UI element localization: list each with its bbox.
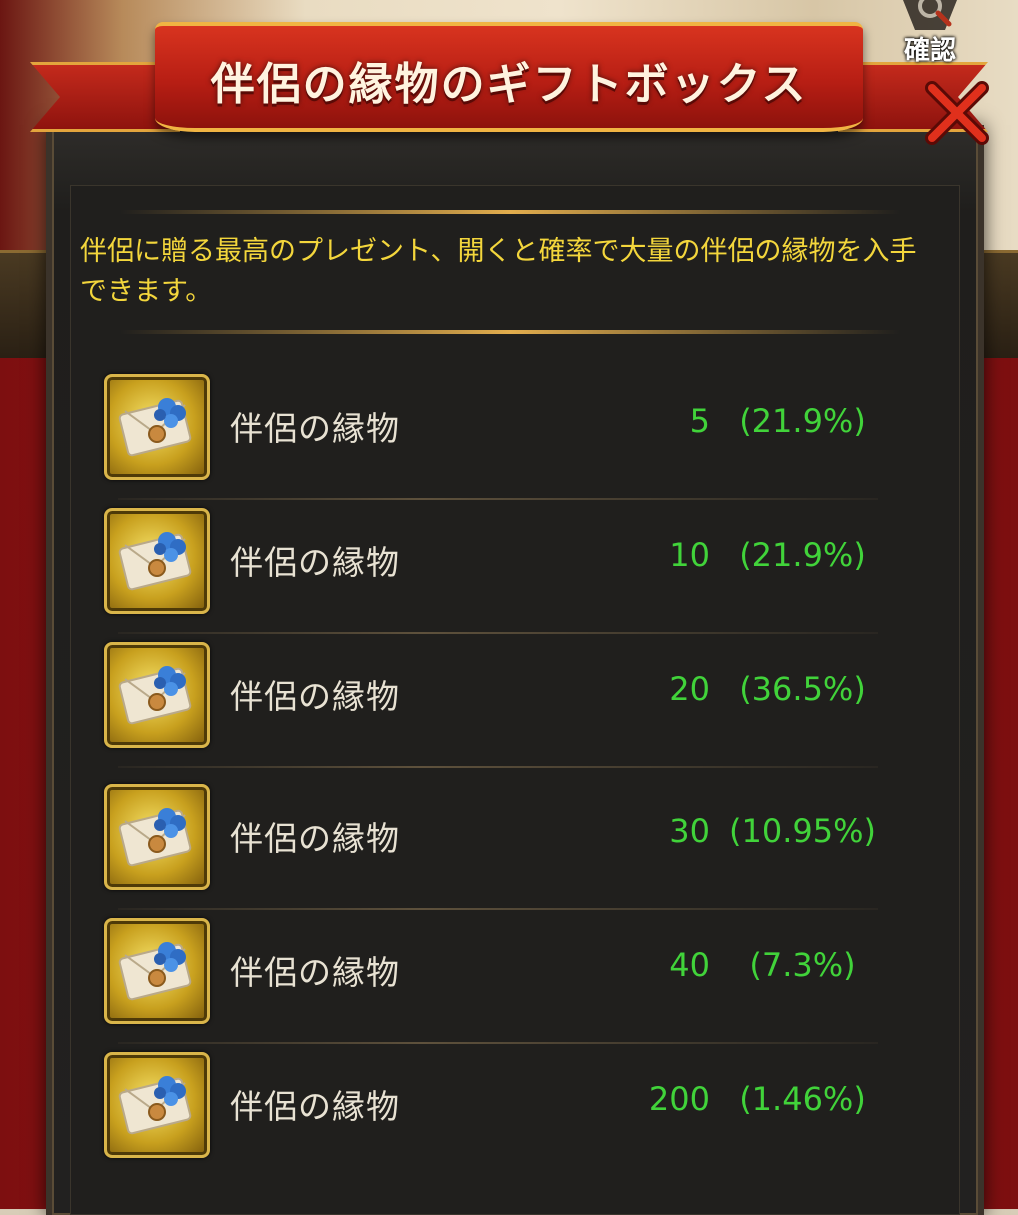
letter-with-blue-flower-icon[interactable]: [104, 1052, 210, 1158]
item-name: 伴侶の縁物: [230, 677, 400, 716]
reward-row: 伴侶の縁物 200 (1.46%): [100, 1044, 870, 1178]
item-probability: (21.9%): [739, 536, 866, 574]
reward-row: 伴侶の縁物 20 (36.5%): [100, 634, 878, 768]
letter-with-blue-flower-icon[interactable]: [104, 374, 210, 480]
letter-with-blue-flower-icon[interactable]: [104, 918, 210, 1024]
reward-row: 伴侶の縁物 40 (7.3%): [100, 910, 878, 1044]
magnifier-icon[interactable]: [895, 0, 965, 30]
item-name: 伴侶の縁物: [230, 409, 400, 448]
item-name: 伴侶の縁物: [230, 819, 400, 858]
letter-with-blue-flower-icon[interactable]: [104, 784, 210, 890]
item-quantity: 10: [669, 536, 710, 574]
gold-divider-top: [120, 210, 900, 214]
reward-row: 伴侶の縁物 30 (10.95%): [100, 776, 878, 910]
item-probability: (21.9%): [739, 402, 866, 440]
item-name: 伴侶の縁物: [230, 953, 400, 992]
confirm-label[interactable]: 確認: [904, 30, 956, 67]
row-divider: [118, 766, 878, 768]
item-quantity: 40: [669, 946, 710, 984]
title-ribbon: 伴侶の縁物のギフトボックス: [155, 22, 863, 132]
item-probability: (7.3%): [749, 946, 856, 984]
item-quantity: 20: [669, 670, 710, 708]
item-name: 伴侶の縁物: [230, 1087, 400, 1126]
item-probability: (36.5%): [739, 670, 866, 708]
dialog-description: 伴侶に贈る最高のプレゼント、開くと確率で大量の伴侶の縁物を入手できます。: [80, 236, 917, 307]
item-name: 伴侶の縁物: [230, 543, 400, 582]
letter-with-blue-flower-icon[interactable]: [104, 642, 210, 748]
letter-with-blue-flower-icon[interactable]: [104, 508, 210, 614]
close-icon[interactable]: [922, 78, 992, 148]
reward-row: 伴侶の縁物 10 (21.9%): [100, 500, 878, 634]
reward-row: 伴侶の縁物 5 (21.9%): [100, 366, 878, 500]
item-probability: (1.46%): [739, 1080, 866, 1118]
item-quantity: 30: [669, 812, 710, 850]
dialog-title: 伴侶の縁物のギフトボックス: [210, 59, 808, 110]
item-quantity: 5: [689, 402, 710, 440]
item-quantity: 200: [648, 1080, 710, 1118]
item-probability: (10.95%): [729, 812, 876, 850]
gold-divider-bottom: [120, 330, 900, 334]
